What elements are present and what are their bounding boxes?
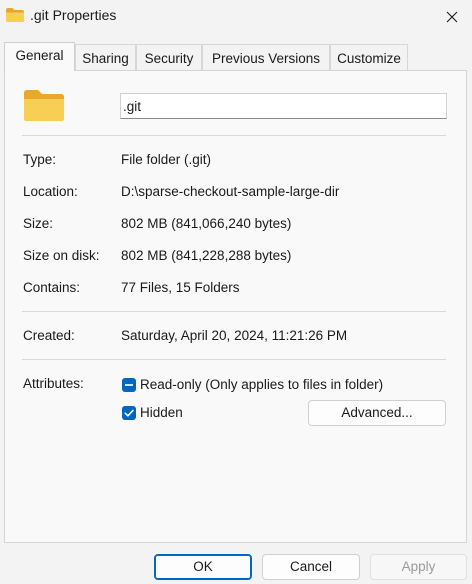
folder-large-icon: [24, 90, 64, 121]
close-icon: [446, 11, 458, 23]
advanced-button[interactable]: Advanced...: [308, 400, 446, 426]
created-label: Created:: [23, 328, 75, 343]
window-title: .git Properties: [30, 7, 117, 23]
tab-customize[interactable]: Customize: [330, 44, 408, 70]
folder-icon: [6, 8, 24, 22]
close-button[interactable]: [440, 6, 464, 28]
size-label: Size:: [23, 216, 54, 231]
ok-button[interactable]: OK: [154, 554, 252, 580]
readonly-checkbox[interactable]: [122, 378, 136, 392]
indeterminate-icon: [125, 384, 133, 386]
type-label: Type:: [23, 152, 57, 167]
apply-button[interactable]: Apply: [370, 554, 467, 580]
location-label: Location:: [23, 184, 78, 199]
created-value: Saturday, April 20, 2024, 11:21:26 PM: [121, 328, 348, 343]
contains-label: Contains:: [23, 280, 81, 295]
title-bar: .git Properties: [0, 0, 472, 34]
size-on-disk-label: Size on disk:: [23, 248, 100, 263]
type-value: File folder (.git): [121, 152, 212, 167]
size-value: 802 MB (841,066,240 bytes): [121, 216, 292, 231]
attributes-label: Attributes:: [23, 376, 84, 391]
location-value: D:\sparse-checkout-sample-large-dir: [121, 184, 340, 199]
separator: [22, 359, 446, 360]
cancel-button[interactable]: Cancel: [262, 554, 360, 580]
readonly-label[interactable]: Read-only (Only applies to files in fold…: [140, 377, 383, 392]
tab-security[interactable]: Security: [136, 44, 202, 70]
contains-value: 77 Files, 15 Folders: [121, 280, 240, 295]
hidden-label[interactable]: Hidden: [140, 405, 183, 420]
folder-name-input[interactable]: [120, 93, 447, 119]
tab-general[interactable]: General: [4, 42, 75, 71]
hidden-checkbox[interactable]: [122, 406, 136, 420]
size-on-disk-value: 802 MB (841,228,288 bytes): [121, 248, 292, 263]
general-panel: [4, 70, 467, 543]
separator: [22, 135, 446, 136]
tab-previous-versions[interactable]: Previous Versions: [202, 44, 330, 70]
separator: [22, 311, 446, 312]
checkmark-icon: [124, 409, 134, 417]
tab-sharing[interactable]: Sharing: [75, 44, 136, 70]
